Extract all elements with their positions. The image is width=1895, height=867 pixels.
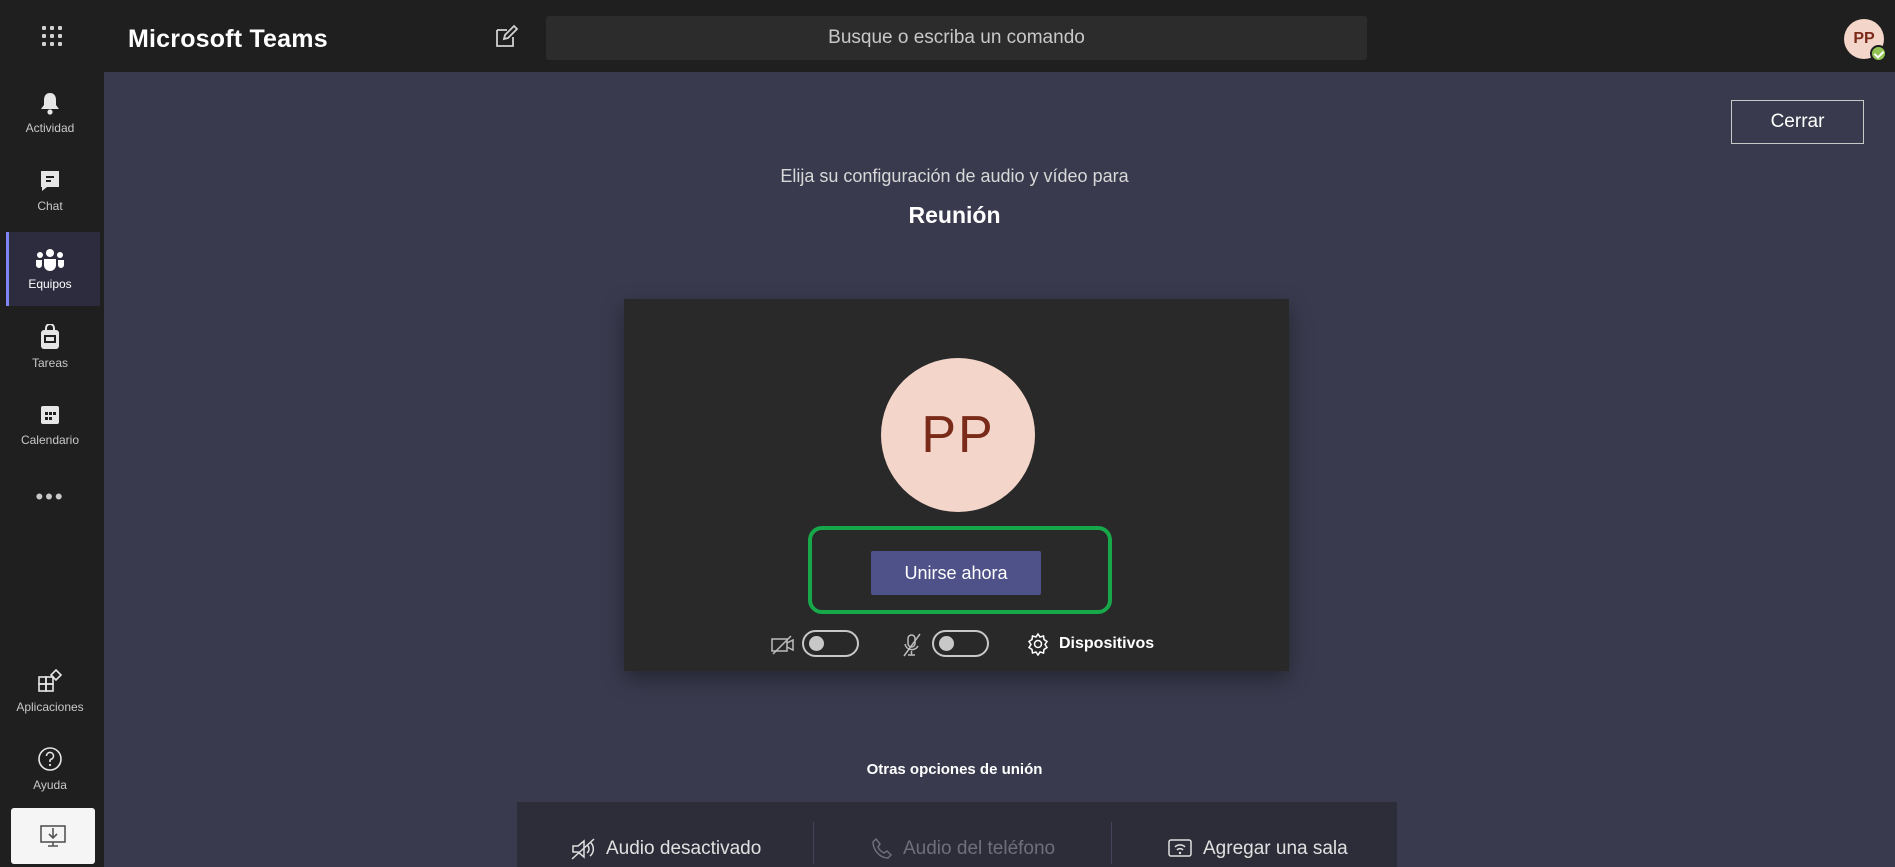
chat-icon — [41, 171, 59, 191]
help-icon — [38, 747, 62, 771]
teams-icon — [36, 249, 64, 271]
audio-off-label: Audio desactivado — [606, 838, 762, 859]
mic-off-icon — [903, 633, 921, 657]
speaker-off-icon — [571, 838, 595, 860]
rail-item-label: Calendario — [20, 433, 80, 447]
rail-item-label: Chat — [37, 199, 63, 213]
preview-avatar: PP — [881, 358, 1035, 512]
cast-room-icon — [1168, 839, 1192, 857]
rail-item-label: Aplicaciones — [16, 700, 84, 714]
close-button[interactable]: Cerrar — [1731, 100, 1864, 144]
presence-available-icon — [1870, 45, 1887, 62]
prejoin-prompt: Elija su configuración de audio y vídeo … — [780, 166, 1129, 186]
profile-avatar[interactable]: PP — [1844, 19, 1887, 62]
phone-audio-option: Audio del teléfono — [871, 834, 1055, 864]
microphone-toggle[interactable] — [932, 630, 989, 657]
compose-icon[interactable] — [493, 24, 519, 50]
divider — [813, 822, 814, 864]
join-now-button[interactable]: Unirse ahora — [871, 551, 1041, 595]
rail-item-label: Actividad — [25, 121, 75, 135]
phone-icon — [872, 837, 893, 859]
download-desktop-app-button[interactable] — [11, 808, 95, 864]
phone-audio-label: Audio del teléfono — [903, 838, 1056, 859]
download-icon — [40, 825, 66, 847]
divider — [1111, 822, 1112, 864]
search-input[interactable]: Busque o escriba un comando — [546, 16, 1367, 60]
rail-item-chat[interactable]: Chat — [0, 154, 100, 228]
app-title: Microsoft Teams — [128, 25, 328, 53]
rail-item-equipos[interactable]: Equipos — [0, 232, 100, 306]
meeting-title: Reunión — [908, 202, 1001, 228]
app-launcher-button[interactable] — [0, 0, 104, 72]
avatar-initials: PP — [1853, 30, 1875, 47]
gear-icon — [1027, 632, 1049, 656]
rail-item-aplicaciones[interactable]: Aplicaciones — [0, 654, 100, 728]
camera-off-icon — [771, 635, 794, 655]
rail-item-ayuda[interactable]: Ayuda — [0, 732, 100, 806]
apps-icon — [38, 668, 63, 692]
rail-item-label: Equipos — [28, 277, 72, 291]
devices-button[interactable]: Dispositivos — [1026, 630, 1154, 658]
audio-off-option[interactable]: Audio desactivado — [570, 834, 761, 864]
app-rail: Actividad Chat Equipos Tareas Calendario… — [0, 72, 104, 867]
rail-item-tareas[interactable]: Tareas — [0, 310, 100, 384]
rail-item-label: Tareas — [31, 356, 69, 370]
more-apps-button[interactable]: ••• — [0, 484, 100, 514]
waffle-icon — [42, 26, 62, 46]
devices-label: Dispositivos — [1059, 635, 1155, 652]
rail-item-calendario[interactable]: Calendario — [0, 388, 100, 462]
calendar-icon — [41, 406, 59, 424]
rail-item-actividad[interactable]: Actividad — [0, 76, 100, 150]
top-bar: Microsoft Teams Busque o escriba un coma… — [0, 0, 1895, 72]
add-room-label: Agregar una sala — [1203, 838, 1348, 859]
tasks-icon — [41, 324, 59, 349]
camera-toggle[interactable] — [802, 630, 859, 657]
rail-item-label: Ayuda — [33, 778, 67, 792]
bell-icon — [41, 93, 59, 115]
other-join-options-title: Otras opciones de unión — [866, 761, 1043, 778]
add-room-option[interactable]: Agregar una sala — [1167, 834, 1348, 864]
